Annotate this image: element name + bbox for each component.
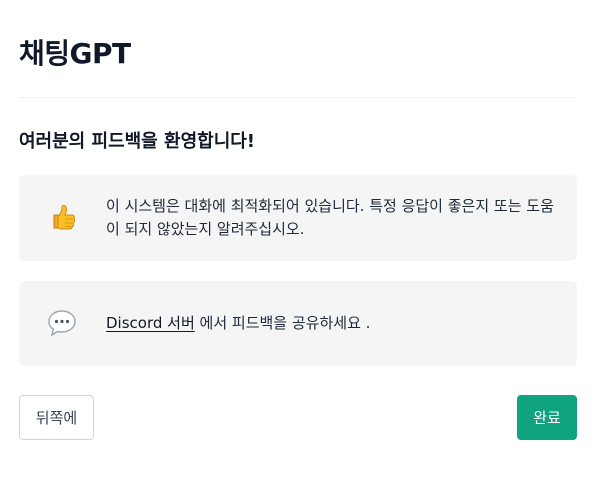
discord-card-suffix: 에서 피드백을 공유하세요 . [194, 314, 371, 332]
feedback-card-text: 이 시스템은 대화에 최적화되어 있습니다. 특정 응답이 좋은지 또는 도움이… [106, 197, 554, 238]
feedback-card-discord: Discord 서버 에서 피드백을 공유하세요 . [19, 281, 577, 366]
thumbs-up-icon [45, 201, 79, 235]
page-title: 채팅GPT [19, 37, 131, 70]
discord-card-text: Discord 서버 에서 피드백을 공유하세요 . [106, 312, 556, 335]
discord-server-link[interactable]: Discord 서버 [106, 314, 195, 332]
divider [19, 97, 577, 98]
done-button[interactable]: 완료 [517, 395, 577, 440]
back-button[interactable]: 뒤쪽에 [19, 395, 94, 440]
onboarding-modal: 채팅GPT 여러분의 피드백을 환영합니다! 이 시스템은 대화에 최적화되어 … [19, 0, 577, 478]
speech-bubble-icon [45, 306, 79, 340]
feedback-heading: 여러분의 피드백을 환영합니다! [19, 131, 256, 152]
feedback-card-rating: 이 시스템은 대화에 최적화되어 있습니다. 특정 응답이 좋은지 또는 도움이… [19, 175, 577, 261]
